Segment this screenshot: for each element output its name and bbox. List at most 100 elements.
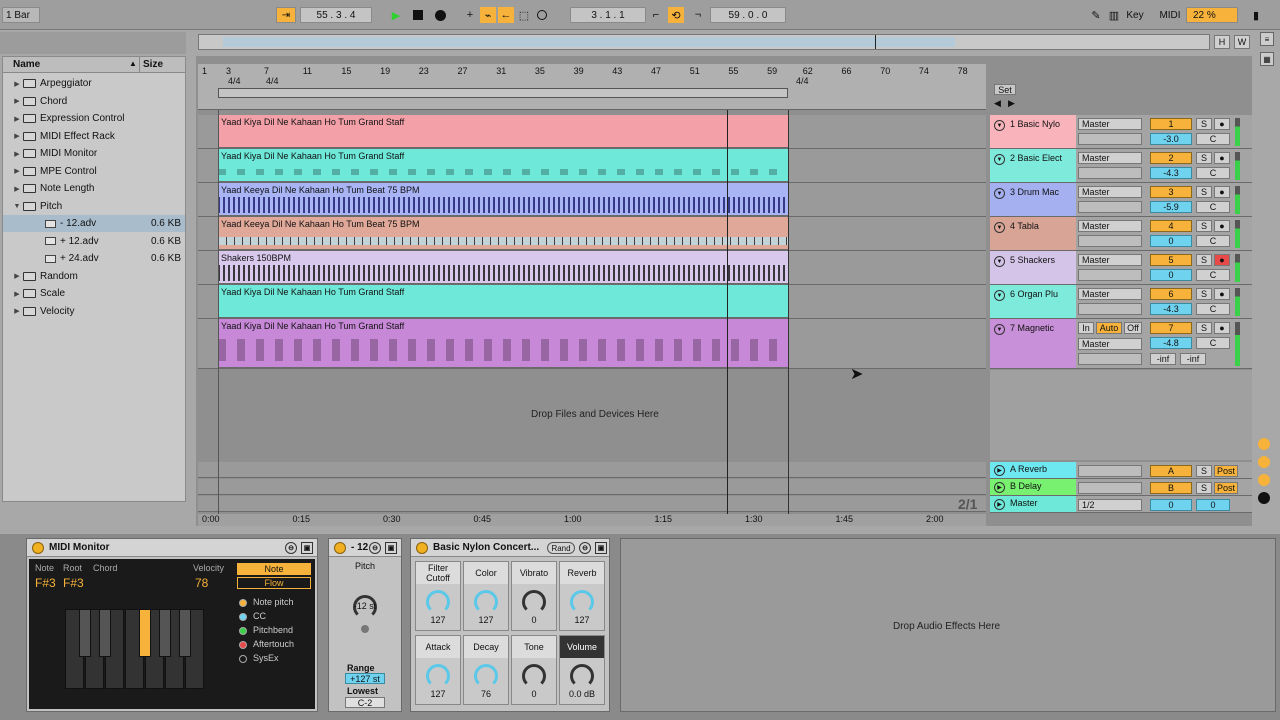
track-activator[interactable]: 2 (1150, 152, 1192, 164)
reenable-automation-button[interactable]: ← (498, 7, 514, 23)
macro-knob[interactable] (474, 664, 498, 688)
solo-button[interactable]: S (1196, 254, 1212, 266)
track-fold-icon[interactable]: ▶ (994, 482, 1005, 493)
automation-arm-button[interactable]: ⌁ (480, 7, 496, 23)
midi-clip[interactable]: Yaad Kiya Dil Ne Kahaan Ho Tum Grand Sta… (218, 115, 788, 148)
macro-knob[interactable] (474, 590, 498, 614)
output-channel-select[interactable] (1078, 269, 1142, 281)
return-header[interactable]: ▶ Master (990, 496, 1076, 512)
macro-control[interactable]: Decay 76 (463, 635, 509, 705)
macro-control[interactable]: Filter Cutoff 127 (415, 561, 461, 631)
midi-clip[interactable]: Yaad Kiya Dil Ne Kahaan Ho Tum Grand Sta… (218, 319, 788, 368)
macro-control[interactable]: Color 127 (463, 561, 509, 631)
solo-button[interactable]: S (1196, 482, 1212, 494)
solo-button[interactable]: S (1196, 288, 1212, 300)
sort-arrow-icon[interactable]: ▲ (129, 59, 137, 68)
expand-arrow-icon[interactable]: ▶ (11, 272, 23, 280)
save-icon[interactable]: ▣ (301, 542, 313, 554)
instrument-header[interactable]: Basic Nylon Concert... Rand ⊖ ▣ (411, 539, 609, 557)
browser-item[interactable]: ▶ Scale (3, 285, 185, 302)
audio-effects-drop-zone[interactable]: Drop Audio Effects Here (620, 538, 1276, 712)
midi-clip[interactable]: Yaad Keeya Dil Ne Kahaan Ho Tum Beat 75 … (218, 183, 788, 216)
macro-control[interactable]: Vibrato 0 (511, 561, 557, 631)
expand-arrow-icon[interactable]: ▶ (11, 290, 23, 298)
midi-clip[interactable]: Shakers 150BPM (218, 251, 788, 284)
save-icon[interactable]: ▣ (595, 542, 607, 554)
track-fold-icon[interactable]: ▼ (994, 222, 1005, 233)
track-header[interactable]: ▼ 1 Basic Nylo (990, 115, 1076, 148)
expand-arrow-icon[interactable]: ▶ (11, 80, 23, 88)
monitor-off-button[interactable]: Off (1124, 322, 1142, 334)
browser-item[interactable]: ▶ MIDI Effect Rack (3, 128, 185, 145)
midi-monitor-header[interactable]: MIDI Monitor ⊖ ▣ (27, 539, 317, 557)
track-activator[interactable]: 7 (1150, 322, 1192, 334)
track-header[interactable]: ▼ 5 Shackers (990, 251, 1076, 284)
arm-button[interactable]: ● (1214, 186, 1230, 198)
expand-arrow-icon[interactable]: ▶ (11, 150, 23, 158)
volume-field[interactable]: -3.0 (1150, 133, 1192, 145)
arm-button[interactable]: ● (1214, 322, 1230, 334)
track-header[interactable]: ▼ 7 Magnetic (990, 319, 1076, 368)
solo-button[interactable]: S (1196, 186, 1212, 198)
power-icon[interactable] (32, 542, 44, 554)
return-activator[interactable]: B (1150, 482, 1192, 494)
pan-field[interactable]: C (1196, 167, 1230, 179)
set-locator-button[interactable]: Set (994, 84, 1016, 95)
output-channel-select[interactable] (1078, 353, 1142, 365)
overdub-button[interactable]: + (462, 7, 478, 23)
name-column-header[interactable]: Name (13, 59, 40, 70)
return-lane[interactable] (198, 479, 986, 495)
track-activator[interactable]: 3 (1150, 186, 1192, 198)
arm-button[interactable]: ● (1214, 152, 1230, 164)
pitch-header[interactable]: - 12 ⊖ ▣ (329, 539, 401, 557)
macro-knob[interactable] (426, 664, 450, 688)
track-header[interactable]: ▼ 3 Drum Mac (990, 183, 1076, 216)
midi-clip[interactable]: Yaad Keeya Dil Ne Kahaan Ho Tum Beat 75 … (218, 217, 788, 250)
return-header[interactable]: ▶ B Delay (990, 479, 1076, 495)
output-routing-select[interactable]: Master (1078, 338, 1142, 350)
rand-button[interactable]: Rand (547, 542, 575, 554)
browser-item[interactable]: ▶ Note Length (3, 180, 185, 197)
monitor-auto-button[interactable]: Auto (1096, 322, 1122, 334)
session-record-button[interactable] (534, 7, 550, 23)
browser-item[interactable]: ▶ Expression Control (3, 110, 185, 127)
return-lane[interactable] (198, 462, 986, 478)
macro-knob[interactable] (426, 590, 450, 614)
volume-field[interactable]: -4.3 (1150, 303, 1192, 315)
volume-field[interactable]: 0 (1150, 269, 1192, 281)
pan-field[interactable]: C (1196, 133, 1230, 145)
time-ruler[interactable]: 0:00 0:15 0:30 0:45 1:00 1:15 1:30 1:45 2:00 (198, 514, 986, 526)
keyboard-button[interactable]: ▥ (1106, 7, 1122, 23)
pan-field[interactable]: C (1196, 269, 1230, 281)
output-routing-select[interactable]: Master (1078, 152, 1142, 164)
browser-item[interactable]: - 12.adv 0.6 KB (3, 215, 185, 232)
range-field[interactable]: +127 st (345, 673, 385, 684)
track-fold-icon[interactable]: ▼ (994, 256, 1005, 267)
loop-brace[interactable] (218, 88, 788, 98)
drop-files-hint[interactable]: Drop Files and Devices Here (531, 409, 659, 420)
session-view-icon[interactable]: ▦ (1260, 52, 1274, 66)
output-channel-select[interactable] (1078, 133, 1142, 145)
track-fold-icon[interactable]: ▼ (994, 120, 1005, 131)
prev-locator-icon[interactable]: ◀ (994, 98, 1001, 109)
follow-button[interactable]: ⇥ (276, 7, 296, 23)
arrangement-view-icon[interactable]: ≡ (1260, 32, 1274, 46)
macro-control[interactable]: Reverb 127 (559, 561, 605, 631)
play-button[interactable]: ▶ (388, 7, 404, 23)
key-map-button[interactable]: Key (1124, 7, 1146, 23)
track-fold-icon[interactable]: ▶ (994, 499, 1005, 510)
output-channel-select[interactable] (1078, 167, 1142, 179)
track-fold-icon[interactable]: ▼ (994, 188, 1005, 199)
track-fold-icon[interactable]: ▼ (994, 154, 1005, 165)
zoom-field[interactable]: 22 % (1186, 7, 1238, 23)
solo-button[interactable]: S (1196, 465, 1212, 477)
output-routing-select[interactable]: Master (1078, 220, 1142, 232)
browser-item[interactable]: ▶ MIDI Monitor (3, 145, 185, 162)
lowest-field[interactable]: C-2 (345, 697, 385, 708)
return-activator[interactable]: A (1150, 465, 1192, 477)
output-channel-select[interactable] (1078, 235, 1142, 247)
io-toggle-icon[interactable] (1258, 438, 1270, 450)
macro-control[interactable]: Attack 127 (415, 635, 461, 705)
solo-button[interactable]: S (1196, 152, 1212, 164)
save-icon[interactable]: ▣ (385, 542, 397, 554)
